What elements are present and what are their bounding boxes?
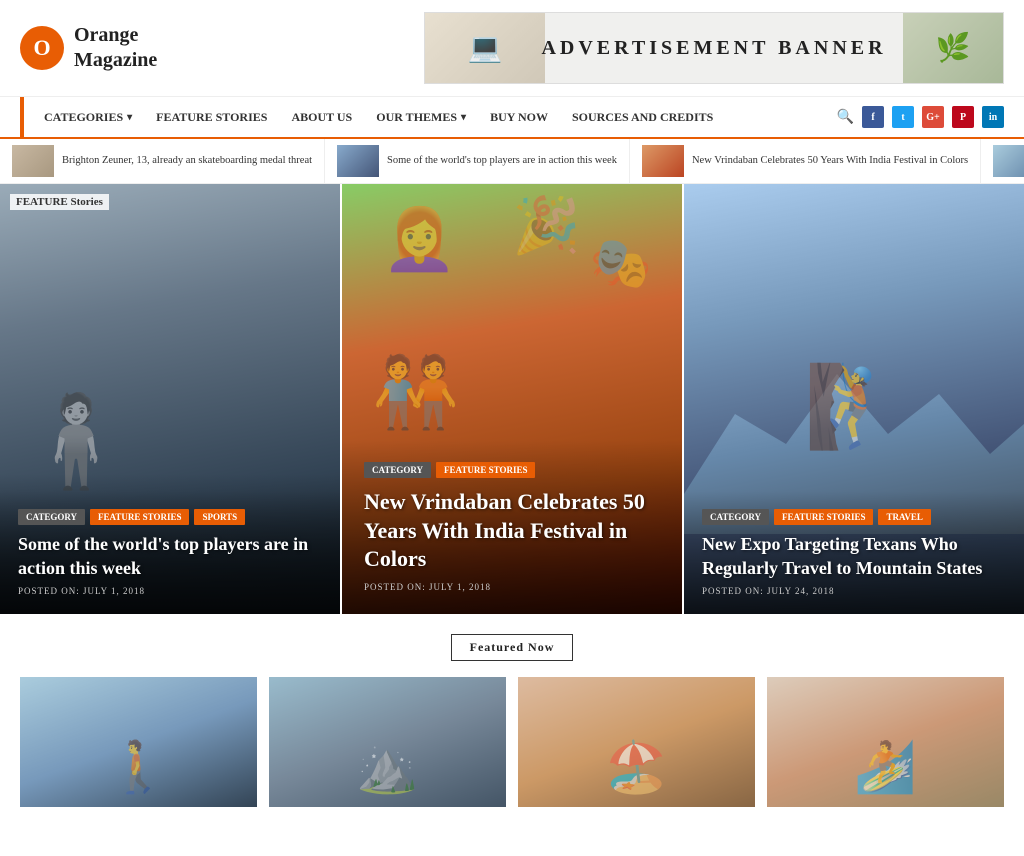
hero-tags-2: Category Feature Stories: [364, 462, 660, 478]
hero-date-2: POSTED ON: JULY 1, 2018: [364, 582, 660, 592]
crowd-3: 🎉: [512, 194, 580, 258]
mountain-icon-2: ⛰️: [356, 738, 418, 797]
hero-overlay-3: Category Feature Stories Travel New Expo…: [684, 491, 1024, 614]
tag-category-3[interactable]: Category: [702, 509, 769, 525]
nav-our-themes[interactable]: OUR THEMES ▾: [364, 98, 478, 137]
ticker-thumb-2: [337, 145, 379, 177]
nav-buy-now[interactable]: BUY NOW: [478, 98, 560, 137]
featured-now-label: Featured Now: [451, 634, 574, 661]
hiker-icon-1: 🚶: [107, 738, 169, 797]
hero-section: 🧍 FEATURE Stories Category Feature Stori…: [0, 184, 1024, 614]
twitter-icon[interactable]: t: [892, 106, 914, 128]
person-icon-4: 🏄: [854, 738, 916, 797]
featured-card-3[interactable]: 🏖️: [518, 677, 755, 807]
facebook-icon[interactable]: f: [862, 106, 884, 128]
hero-tags-1: Category Feature Stories Sports: [18, 509, 322, 525]
search-icon[interactable]: 🔍: [837, 109, 854, 126]
chevron-down-icon-2: ▾: [461, 112, 466, 123]
ad-decor-right: 🌿: [903, 13, 1003, 83]
tag-feature-2[interactable]: Feature Stories: [436, 462, 535, 478]
crowd-1: 👩‍🦰: [382, 204, 457, 275]
main-nav: CATEGORIES ▾ FEATURE STORIES ABOUT US OU…: [0, 97, 1024, 139]
featured-grid: 🚶 ⛰️ 🏖️ 🏄: [20, 677, 1004, 807]
ticker-text-1: Brighton Zeuner, 13, already an skateboa…: [62, 154, 312, 168]
ticker-item-1[interactable]: Brighton Zeuner, 13, already an skateboa…: [0, 139, 325, 183]
feature-stories-label: FEATURE Stories: [10, 194, 109, 210]
ticker-item-2[interactable]: Some of the world's top players are in a…: [325, 139, 630, 183]
hero-title-3: New Expo Targeting Texans Who Regularly …: [702, 533, 1006, 580]
hero-title-1: Some of the world's top players are in a…: [18, 533, 322, 580]
ticker-text-2: Some of the world's top players are in a…: [387, 154, 617, 168]
crowd-2: 🎭: [590, 234, 652, 293]
featured-thumb-1: 🚶: [20, 677, 257, 807]
nav-categories[interactable]: CATEGORIES ▾: [32, 98, 144, 137]
hero-overlay-2: Category Feature Stories New Vrindaban C…: [342, 440, 682, 614]
ticker-item-3[interactable]: New Vrindaban Celebrates 50 Years With I…: [630, 139, 981, 183]
ad-decor-left: 💻: [425, 13, 545, 83]
beach-icon-3: 🏖️: [605, 738, 667, 797]
linkedin-icon[interactable]: in: [982, 106, 1004, 128]
tag-category-2[interactable]: Category: [364, 462, 431, 478]
tag-sports-1[interactable]: Sports: [194, 509, 245, 525]
featured-now-header: Featured Now: [20, 634, 1004, 661]
nav-right: 🔍 f t G+ P in: [837, 106, 1004, 128]
tag-travel-3[interactable]: Travel: [878, 509, 930, 525]
featured-thumb-2: ⛰️: [269, 677, 506, 807]
nav-sources[interactable]: SOURCES AND CREDITS: [560, 98, 725, 137]
featured-now-section: Featured Now 🚶 ⛰️ 🏖️ 🏄: [0, 614, 1024, 827]
hero-title-2: New Vrindaban Celebrates 50 Years With I…: [364, 488, 660, 574]
ticker-bar: Brighton Zeuner, 13, already an skateboa…: [0, 139, 1024, 184]
hero-tags-3: Category Feature Stories Travel: [702, 509, 1006, 525]
featured-card-1[interactable]: 🚶: [20, 677, 257, 807]
googleplus-icon[interactable]: G+: [922, 106, 944, 128]
hiker-silhouette: 🧗: [804, 360, 904, 454]
featured-thumb-4: 🏄: [767, 677, 1004, 807]
nav-feature-stories[interactable]: FEATURE STORIES: [144, 98, 279, 137]
tag-feature-3[interactable]: Feature Stories: [774, 509, 873, 525]
ad-banner: 💻 ADVERTISEMENT BANNER 🌿: [424, 12, 1004, 84]
featured-card-2[interactable]: ⛰️: [269, 677, 506, 807]
tag-category-1[interactable]: Category: [18, 509, 85, 525]
nav-orange-bar: [20, 97, 24, 137]
logo-text: Orange Magazine: [74, 23, 157, 73]
chevron-down-icon: ▾: [127, 112, 132, 123]
ticker-thumb-3: [642, 145, 684, 177]
featured-thumb-3: 🏖️: [518, 677, 755, 807]
hero-date-1: POSTED ON: JULY 1, 2018: [18, 586, 322, 596]
pinterest-icon[interactable]: P: [952, 106, 974, 128]
ticker-item-4[interactable]: Travel to Minnesota cabin is met with la…: [981, 139, 1024, 183]
hero-overlay-1: Category Feature Stories Sports Some of …: [0, 491, 340, 614]
featured-card-4[interactable]: 🏄: [767, 677, 1004, 807]
logo-circle: O: [20, 26, 64, 70]
ticker-text-3: New Vrindaban Celebrates 50 Years With I…: [692, 154, 968, 168]
header: O Orange Magazine 💻 ADVERTISEMENT BANNER…: [0, 0, 1024, 97]
hero-card-3[interactable]: 🧗 Category Feature Stories Travel New Ex…: [684, 184, 1024, 614]
crowd-4: 🧑‍🤝‍🧑: [372, 352, 459, 434]
ticker-thumb-4: [993, 145, 1024, 177]
hero-card-2[interactable]: 👩‍🦰 🎭 🎉 🧑‍🤝‍🧑 Category Feature Stories N…: [342, 184, 682, 614]
nav-about-us[interactable]: ABOUT US: [279, 98, 364, 137]
ad-text: ADVERTISEMENT BANNER: [541, 37, 886, 60]
hero-card-1[interactable]: 🧍 FEATURE Stories Category Feature Stori…: [0, 184, 340, 614]
hero-date-3: POSTED ON: JULY 24, 2018: [702, 586, 1006, 596]
logo[interactable]: O Orange Magazine: [20, 23, 157, 73]
tag-feature-1[interactable]: Feature Stories: [90, 509, 189, 525]
ticker-thumb-1: [12, 145, 54, 177]
